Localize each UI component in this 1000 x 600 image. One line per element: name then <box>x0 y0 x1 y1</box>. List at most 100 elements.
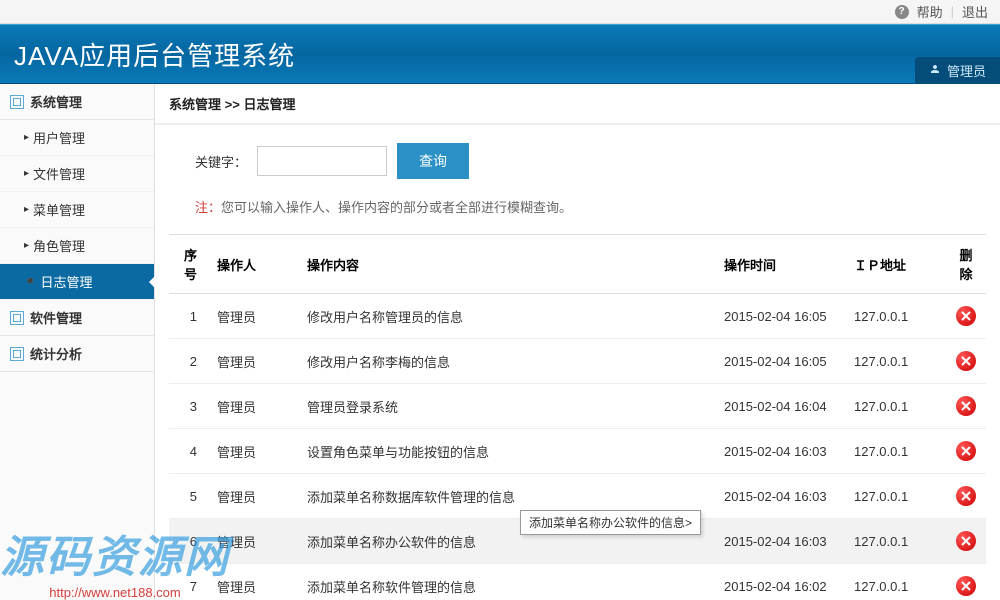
cell-delete <box>946 294 986 339</box>
logout-link[interactable]: 退出 <box>962 2 988 21</box>
th-delete: 删除 <box>946 235 986 294</box>
breadcrumb-current: 日志管理 <box>243 97 295 112</box>
top-bar: ? 帮助 | 退出 <box>0 0 1000 24</box>
cell-ip: 127.0.0.1 <box>846 564 946 600</box>
note-text: 您可以输入操作人、操作内容的部分或者全部进行模糊查询。 <box>221 200 572 215</box>
search-button[interactable]: 查询 <box>397 143 469 179</box>
cell-content: 修改用户名称管理员的信息 <box>299 294 716 339</box>
delete-button[interactable] <box>956 486 976 506</box>
sidebar-item[interactable]: ▸ 菜单管理 <box>0 192 154 228</box>
user-icon <box>929 63 941 78</box>
th-time: 操作时间 <box>716 235 846 294</box>
cell-time: 2015-02-04 16:05 <box>716 294 846 339</box>
search-bar: 关键字： 查询 <box>155 125 1000 197</box>
header: JAVA应用后台管理系统 管理员 <box>0 24 1000 84</box>
cell-delete <box>946 339 986 384</box>
cell-delete <box>946 564 986 600</box>
group-label: 统计分析 <box>30 344 82 363</box>
th-ip: ＩＰ地址 <box>846 235 946 294</box>
group-icon <box>10 347 24 361</box>
caret-icon: ▸ <box>24 204 29 215</box>
sidebar-group[interactable]: 统计分析 <box>0 336 154 372</box>
cell-ip: 127.0.0.1 <box>846 519 946 564</box>
cell-time: 2015-02-04 16:05 <box>716 339 846 384</box>
sidebar-group[interactable]: 系统管理 <box>0 84 154 120</box>
breadcrumb: 系统管理 >> 日志管理 <box>155 84 1000 125</box>
sidebar-item-label: 文件管理 <box>33 164 85 183</box>
sidebar-item[interactable]: ◾日志管理 <box>0 264 154 300</box>
admin-badge[interactable]: 管理员 <box>915 57 1000 83</box>
table-row: 2管理员修改用户名称李梅的信息2015-02-04 16:05127.0.0.1 <box>169 339 986 384</box>
search-input[interactable] <box>257 146 387 176</box>
tooltip: 添加菜单名称办公软件的信息> <box>520 510 701 535</box>
cell-idx: 4 <box>169 429 209 474</box>
breadcrumb-sep: >> <box>225 97 240 112</box>
group-label: 系统管理 <box>30 92 82 111</box>
sidebar-item[interactable]: ▸ 文件管理 <box>0 156 154 192</box>
th-content: 操作内容 <box>299 235 716 294</box>
table-row: 7管理员添加菜单名称软件管理的信息2015-02-04 16:02127.0.0… <box>169 564 986 600</box>
cell-delete <box>946 519 986 564</box>
cell-time: 2015-02-04 16:02 <box>716 564 846 600</box>
cell-idx: 7 <box>169 564 209 600</box>
search-note: 注：您可以输入操作人、操作内容的部分或者全部进行模糊查询。 <box>155 197 1000 234</box>
cell-operator: 管理员 <box>209 294 299 339</box>
delete-button[interactable] <box>956 441 976 461</box>
sidebar-item-label: 用户管理 <box>33 128 85 147</box>
cell-time: 2015-02-04 16:03 <box>716 429 846 474</box>
cell-operator: 管理员 <box>209 384 299 429</box>
cell-ip: 127.0.0.1 <box>846 339 946 384</box>
sidebar-item-label: 角色管理 <box>33 236 85 255</box>
cell-operator: 管理员 <box>209 474 299 519</box>
th-operator: 操作人 <box>209 235 299 294</box>
table-row: 4管理员设置角色菜单与功能按钮的信息2015-02-04 16:03127.0.… <box>169 429 986 474</box>
group-label: 软件管理 <box>30 308 82 327</box>
sidebar-item-label: 菜单管理 <box>33 200 85 219</box>
cell-time: 2015-02-04 16:03 <box>716 519 846 564</box>
search-label: 关键字： <box>195 152 247 171</box>
sidebar-item-label: 日志管理 <box>40 272 92 291</box>
cell-idx: 2 <box>169 339 209 384</box>
cell-delete <box>946 429 986 474</box>
cell-ip: 127.0.0.1 <box>846 429 946 474</box>
th-idx: 序号 <box>169 235 209 294</box>
sidebar-item[interactable]: ▸ 用户管理 <box>0 120 154 156</box>
cell-idx: 3 <box>169 384 209 429</box>
app-title: JAVA应用后台管理系统 <box>14 36 295 73</box>
sidebar-item[interactable]: ▸ 角色管理 <box>0 228 154 264</box>
group-icon <box>10 311 24 325</box>
delete-button[interactable] <box>956 531 976 551</box>
cell-content: 添加菜单名称软件管理的信息 <box>299 564 716 600</box>
help-link[interactable]: 帮助 <box>917 2 943 21</box>
caret-icon: ▸ <box>24 168 29 179</box>
cell-operator: 管理员 <box>209 519 299 564</box>
group-icon <box>10 95 24 109</box>
note-prefix: 注： <box>195 200 221 215</box>
help-icon: ? <box>895 5 909 19</box>
cell-ip: 127.0.0.1 <box>846 384 946 429</box>
log-table: 序号 操作人 操作内容 操作时间 ＩＰ地址 删除 1管理员修改用户名称管理员的信… <box>169 234 986 600</box>
sidebar: 系统管理 ▸ 用户管理 ▸ 文件管理 ▸ 菜单管理 ▸ 角色管理 ◾日志管理软件管理统计分析 <box>0 84 155 600</box>
table-row: 3管理员管理员登录系统2015-02-04 16:04127.0.0.1 <box>169 384 986 429</box>
cell-content: 修改用户名称李梅的信息 <box>299 339 716 384</box>
cell-content: 管理员登录系统 <box>299 384 716 429</box>
cell-idx: 5 <box>169 474 209 519</box>
delete-button[interactable] <box>956 351 976 371</box>
delete-button[interactable] <box>956 306 976 326</box>
delete-button[interactable] <box>956 396 976 416</box>
cell-operator: 管理员 <box>209 339 299 384</box>
admin-label: 管理员 <box>947 61 986 80</box>
cell-ip: 127.0.0.1 <box>846 474 946 519</box>
table-header-row: 序号 操作人 操作内容 操作时间 ＩＰ地址 删除 <box>169 235 986 294</box>
cell-delete <box>946 384 986 429</box>
sidebar-group[interactable]: 软件管理 <box>0 300 154 336</box>
cell-time: 2015-02-04 16:04 <box>716 384 846 429</box>
cell-idx: 1 <box>169 294 209 339</box>
caret-icon: ▸ <box>24 132 29 143</box>
caret-icon: ▸ <box>24 240 29 251</box>
table-row: 1管理员修改用户名称管理员的信息2015-02-04 16:05127.0.0.… <box>169 294 986 339</box>
cell-idx: 6 <box>169 519 209 564</box>
delete-button[interactable] <box>956 576 976 596</box>
cell-operator: 管理员 <box>209 564 299 600</box>
cell-delete <box>946 474 986 519</box>
